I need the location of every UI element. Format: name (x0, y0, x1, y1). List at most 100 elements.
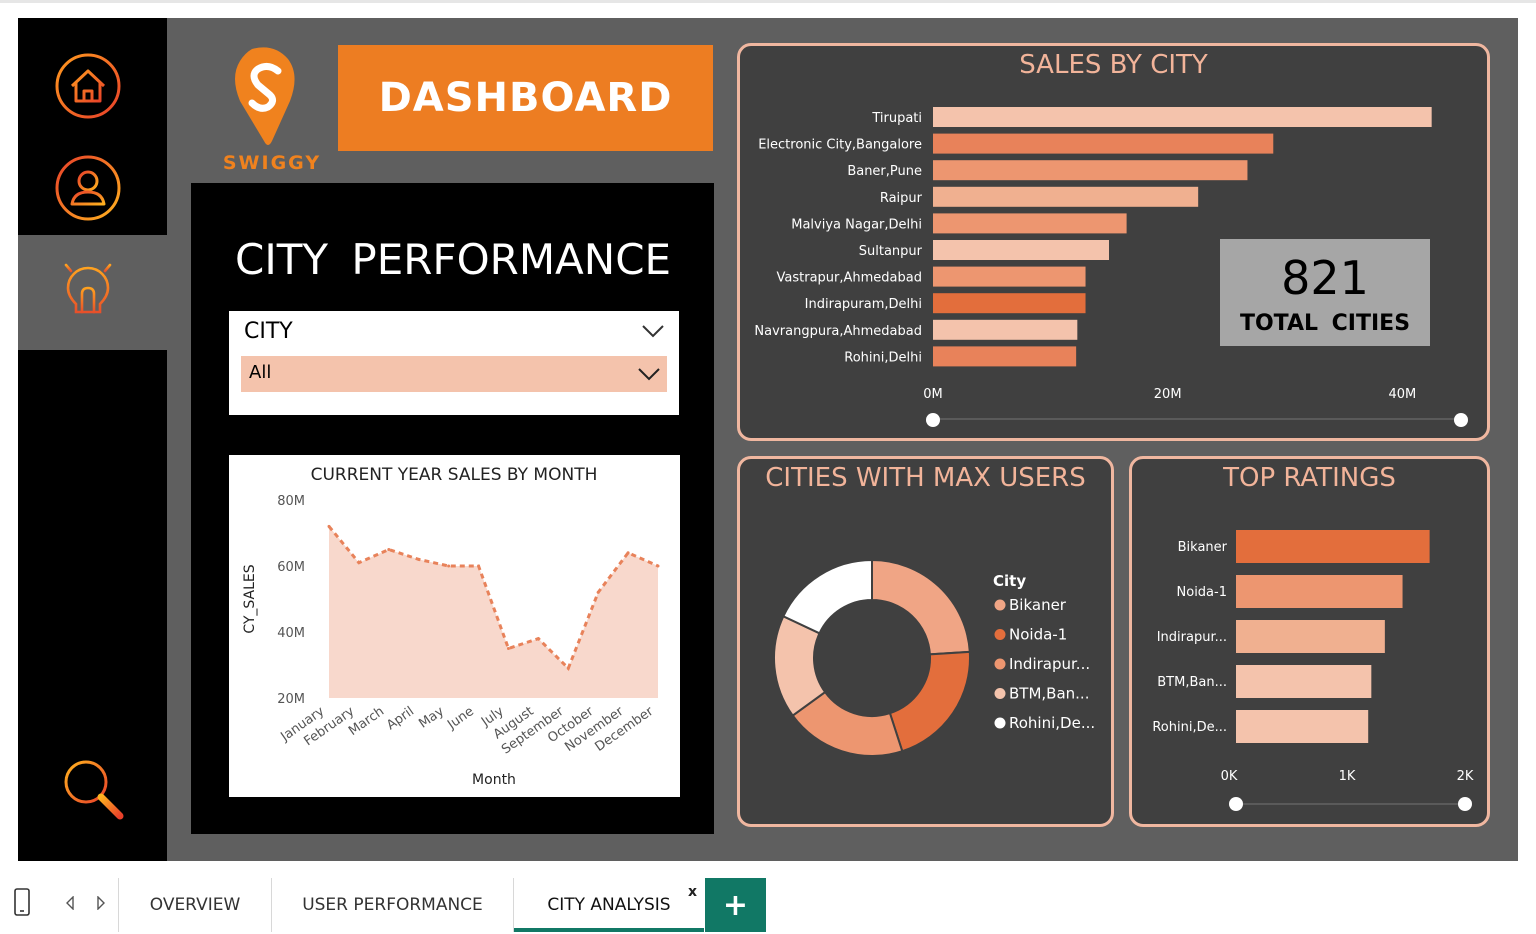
total-cities-kpi: 821 TOTAL CITIES (1220, 239, 1430, 346)
monthly-sales-svg: CURRENT YEAR SALES BY MONTH CY_SALES Mon… (242, 465, 660, 788)
monthly-y-tick: 80M (277, 494, 305, 509)
monthly-data-point[interactable] (596, 590, 600, 594)
city-bar-label: Tirupati (871, 111, 922, 126)
rating-bar[interactable] (1236, 620, 1385, 653)
city-bar[interactable] (933, 160, 1248, 181)
monthly-data-point[interactable] (477, 564, 481, 568)
monthly-data-point[interactable] (417, 557, 421, 561)
monthly-data-point[interactable] (626, 551, 630, 555)
slicer-collapse-chevron-icon[interactable] (641, 323, 665, 339)
page-title: DASHBOARD (338, 45, 713, 151)
monthly-data-point[interactable] (656, 564, 660, 568)
sidebar (18, 18, 167, 861)
city-x-tick: 0M (923, 387, 943, 402)
monthly-data-point[interactable] (357, 561, 361, 565)
monthly-data-point[interactable] (387, 548, 391, 551)
add-page-button[interactable]: + (705, 878, 766, 932)
legend-item[interactable]: Bikaner (1009, 596, 1067, 614)
city-bar[interactable] (933, 293, 1086, 314)
rating-bar[interactable] (1236, 665, 1372, 698)
legend-item[interactable]: Indirapur... (1009, 655, 1090, 673)
legend-swatch (994, 717, 1006, 729)
city-performance-panel: CITY PERFORMANCE CITY All CURRENT YEAR S… (191, 183, 714, 834)
top-ratings-chart[interactable]: Bikaner Noida-1 Indirapur... BTM,Ban... Rohi… (1132, 459, 1487, 824)
rating-bar-label: Bikaner (1178, 540, 1228, 555)
total-cities-value: 821 (1281, 251, 1369, 305)
city-bar[interactable] (933, 186, 1199, 207)
home-icon[interactable] (54, 52, 122, 120)
rating-bar-label: BTM,Ban... (1157, 675, 1227, 690)
monthly-data-point[interactable] (327, 524, 331, 528)
monthly-y-tick: 60M (277, 560, 305, 575)
mobile-layout-icon[interactable] (13, 888, 31, 916)
next-page-icon[interactable] (95, 896, 107, 910)
swiggy-logo: SWIGGY (223, 47, 321, 174)
monthly-x-axis-label: Month (472, 772, 516, 788)
monthly-data-point[interactable] (566, 666, 570, 670)
legend-swatch (994, 629, 1006, 640)
donut-slice[interactable] (888, 650, 971, 753)
rating-bar[interactable] (1236, 710, 1369, 743)
report-canvas: SWIGGY DASHBOARD CITY PERFORMANCE CITY A… (18, 18, 1518, 861)
top-ratings-card: TOP RATINGS Bikaner Noida-1 Indirapur... BT… (1129, 456, 1490, 827)
tab-overview[interactable]: OVERVIEW (119, 878, 271, 932)
max-users-donut-chart[interactable]: City Bikaner Noida-1 Indirapur... BTM,Ban..… (740, 459, 1111, 824)
monthly-x-tick: May (416, 704, 447, 732)
city-bar-label: Sultanpur (859, 244, 923, 259)
rating-bar[interactable] (1236, 575, 1403, 608)
legend-item[interactable]: Rohini,De... (1009, 714, 1095, 732)
previous-page-icon[interactable] (64, 896, 76, 910)
city-bar-label: Electronic City,Bangalore (758, 138, 922, 153)
city-bar[interactable] (933, 319, 1078, 340)
monthly-chart-title: CURRENT YEAR SALES BY MONTH (311, 465, 598, 485)
chevron-down-icon (638, 368, 660, 381)
report-frame: SWIGGY DASHBOARD CITY PERFORMANCE CITY A… (0, 0, 1536, 934)
city-bar-label: Vastrapur,Ahmedabad (777, 271, 922, 286)
tab-city-analysis[interactable]: CITY ANALYSIS (514, 878, 704, 932)
rating-bar-label: Noida-1 (1177, 585, 1227, 600)
city-bar-label: Navrangpura,Ahmedabad (754, 324, 922, 339)
legend-swatch (994, 658, 1006, 670)
monthly-data-point[interactable] (536, 637, 540, 641)
monthly-y-tick: 20M (277, 692, 305, 707)
search-icon[interactable] (58, 754, 130, 826)
monthly-sales-chart[interactable]: CURRENT YEAR SALES BY MONTH CY_SALES Mon… (229, 455, 680, 797)
donut-slice[interactable] (871, 558, 971, 656)
city-bar[interactable] (933, 213, 1127, 234)
legend-title: City (993, 572, 1026, 590)
city-bar-label: Indirapuram,Delhi (805, 297, 922, 312)
monthly-data-point[interactable] (506, 647, 510, 650)
monthly-y-tick: 40M (277, 626, 305, 641)
city-dropdown-value: All (249, 362, 272, 383)
city-range-slider-min-handle[interactable] (926, 413, 940, 427)
sales-by-city-card: SALES BY CITY Tirupati Electronic City,Ba… (737, 43, 1490, 441)
monthly-data-point[interactable] (447, 564, 451, 568)
user-icon[interactable] (54, 154, 122, 222)
city-bar[interactable] (933, 133, 1274, 154)
city-dropdown[interactable]: All (241, 356, 667, 392)
donut-slice[interactable] (781, 558, 873, 635)
rating-bar[interactable] (1236, 530, 1430, 563)
city-bar[interactable] (933, 346, 1077, 367)
city-bar[interactable] (933, 240, 1109, 260)
close-tab-icon[interactable]: x (688, 884, 697, 900)
monthly-sales-area (329, 526, 658, 698)
city-bar-label: Raipur (880, 191, 923, 206)
legend-item[interactable]: BTM,Ban... (1009, 685, 1089, 703)
brand-name: SWIGGY (223, 152, 321, 174)
ratings-range-slider-max-handle[interactable] (1458, 797, 1472, 811)
ratings-range-slider-min-handle[interactable] (1229, 797, 1243, 811)
city-slicer: CITY All (229, 311, 679, 415)
active-tab-indicator (514, 928, 704, 932)
rating-x-tick: 1K (1339, 769, 1356, 784)
legend-swatch (994, 599, 1006, 611)
tab-user-performance[interactable]: USER PERFORMANCE (272, 878, 513, 932)
rating-x-tick: 0K (1221, 769, 1238, 784)
city-bar[interactable] (933, 107, 1432, 127)
city-range-slider-max-handle[interactable] (1454, 413, 1468, 427)
legend-item[interactable]: Noida-1 (1009, 626, 1067, 644)
lightbulb-icon[interactable] (52, 252, 124, 336)
rating-bar-label: Rohini,De... (1152, 720, 1227, 735)
city-bar[interactable] (933, 266, 1086, 287)
rating-bar-label: Indirapur... (1157, 630, 1227, 645)
